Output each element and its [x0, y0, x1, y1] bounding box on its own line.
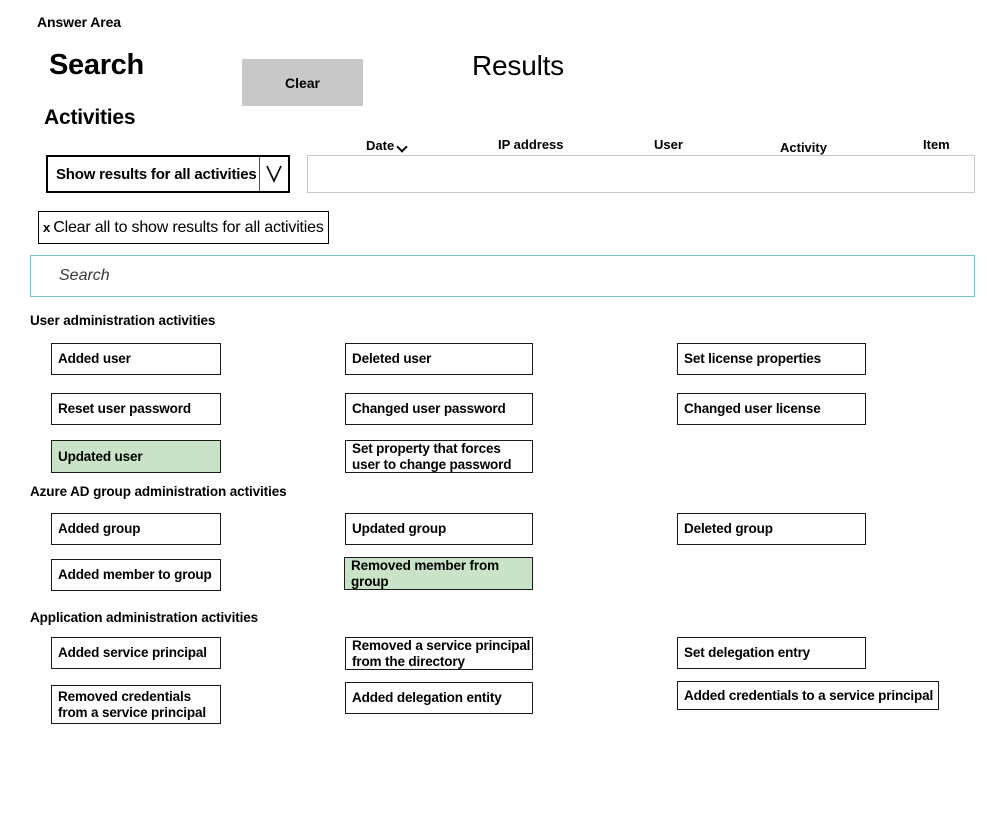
results-column-header-item[interactable]: Item [923, 137, 950, 152]
answer-area-label: Answer Area [37, 14, 121, 30]
activity-option[interactable]: Added user [51, 343, 221, 375]
activity-option[interactable]: Deleted group [677, 513, 866, 545]
results-column-header-activity[interactable]: Activity [780, 140, 827, 155]
section-heading-application-administration: Application administration activities [30, 610, 259, 625]
activity-option[interactable]: Added member to group [51, 559, 221, 591]
activity-option[interactable]: Added credentials to a service principal [677, 681, 939, 710]
activity-option-selected[interactable]: Removed member from group [344, 557, 533, 590]
activities-title: Activities [44, 106, 136, 129]
activity-option[interactable]: Deleted user [345, 343, 533, 375]
clear-all-filter-label: Clear all to show results for all activi… [53, 218, 324, 236]
activity-option[interactable]: Reset user password [51, 393, 221, 425]
activity-option-selected[interactable]: Updated user [51, 440, 221, 473]
activities-dropdown[interactable]: Show results for all activities [46, 155, 290, 193]
activity-option[interactable]: Updated group [345, 513, 533, 545]
activity-option[interactable]: Set license properties [677, 343, 866, 375]
results-table [307, 155, 975, 193]
chevron-down-icon [398, 142, 408, 152]
clear-button[interactable]: Clear [242, 59, 363, 106]
activity-option[interactable]: Added group [51, 513, 221, 545]
search-input[interactable] [30, 255, 975, 297]
activities-dropdown-value: Show results for all activities [56, 165, 257, 183]
clear-all-filter-chip[interactable]: x Clear all to show results for all acti… [38, 211, 329, 244]
activity-option[interactable]: Changed user license [677, 393, 866, 425]
activity-option[interactable]: Removed credentials from a service princ… [51, 685, 221, 724]
results-column-header-date[interactable]: Date [366, 138, 408, 153]
results-column-header-date-label: Date [366, 138, 395, 153]
section-heading-user-administration: User administration activities [30, 313, 216, 328]
results-column-header-ip-address[interactable]: IP address [498, 137, 564, 152]
activity-option[interactable]: Set delegation entry [677, 637, 866, 669]
activity-option[interactable]: Changed user password [345, 393, 533, 425]
search-panel-title: Search [49, 49, 144, 81]
results-column-header-user[interactable]: User [654, 137, 683, 152]
activity-option[interactable]: Removed a service principal from the dir… [345, 637, 533, 670]
close-icon[interactable]: x [43, 221, 50, 234]
activity-option[interactable]: Added delegation entity [345, 682, 533, 714]
activity-option[interactable]: Added service principal [51, 637, 221, 669]
chevron-down-icon [259, 157, 288, 191]
section-heading-azure-ad-group-administration: Azure AD group administration activities [30, 484, 287, 499]
results-panel-title: Results [472, 50, 564, 81]
activity-option[interactable]: Set property that forces user to change … [345, 440, 533, 473]
